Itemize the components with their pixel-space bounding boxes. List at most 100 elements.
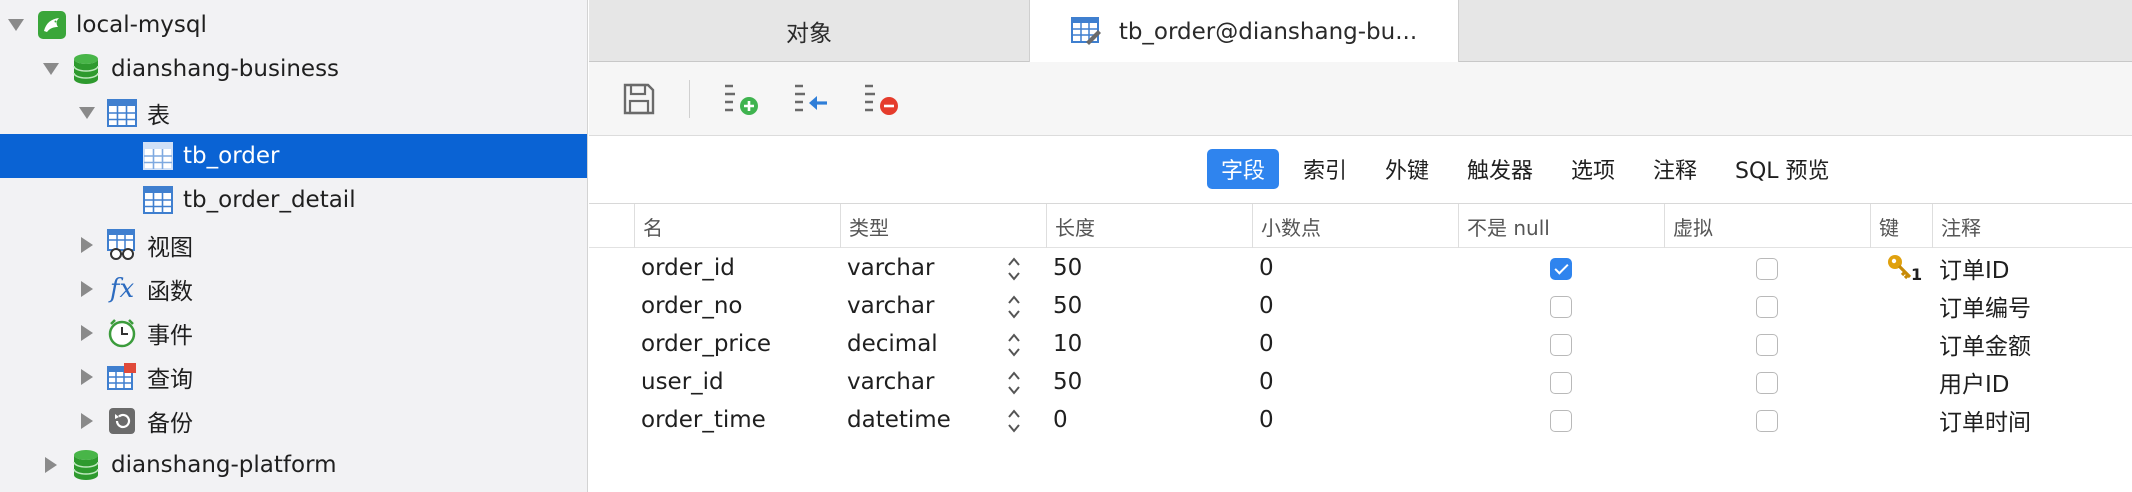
not-null-checkbox[interactable] [1550, 258, 1572, 280]
table-icon [142, 184, 174, 216]
tree-item-events[interactable]: 事件 [0, 311, 587, 355]
segment-triggers[interactable]: 触发器 [1453, 149, 1547, 189]
field-name-cell[interactable]: order_price [641, 325, 771, 363]
connection-label: local-mysql [76, 12, 207, 38]
add-field-icon [721, 81, 761, 117]
field-type-cell[interactable]: varchar [847, 287, 934, 325]
column-header-decimals[interactable]: 小数点 [1252, 204, 1458, 248]
segment-indexes[interactable]: 索引 [1289, 149, 1361, 189]
table-row[interactable]: order_id varchar 50 0 1 订单ID [589, 249, 2132, 287]
collapse-triangle-icon[interactable] [76, 278, 98, 300]
query-icon [106, 361, 138, 393]
field-length-cell[interactable]: 50 [1053, 249, 1082, 287]
save-icon [622, 82, 656, 116]
collapse-triangle-icon[interactable] [76, 366, 98, 388]
field-length-cell[interactable]: 10 [1053, 325, 1082, 363]
type-stepper[interactable] [1005, 332, 1023, 358]
field-decimals-cell[interactable]: 0 [1259, 401, 1274, 439]
navigator-sidebar: local-mysql dianshang-business 表 tb_orde… [0, 0, 588, 492]
collapse-triangle-icon[interactable] [76, 322, 98, 344]
database-label: dianshang-business [111, 56, 340, 82]
add-field-button[interactable] [719, 78, 763, 120]
type-stepper[interactable] [1005, 294, 1023, 320]
virtual-checkbox[interactable] [1756, 372, 1778, 394]
expand-triangle-icon[interactable] [40, 58, 62, 80]
field-length-cell[interactable]: 50 [1053, 363, 1082, 401]
grid-header: 名 类型 长度 小数点 不是 null 虚拟 键 注释 [589, 204, 2132, 248]
column-header-length[interactable]: 长度 [1046, 204, 1252, 248]
design-segment-bar: 字段 索引 外键 触发器 选项 注释 SQL 预览 [589, 137, 2132, 203]
insert-field-icon [791, 81, 831, 117]
field-name-cell[interactable]: order_no [641, 287, 742, 325]
table-row[interactable]: order_price decimal 10 0 订单金额 [589, 325, 2132, 363]
segment-fields[interactable]: 字段 [1207, 149, 1280, 189]
segment-comment[interactable]: 注释 [1639, 149, 1711, 189]
field-decimals-cell[interactable]: 0 [1259, 249, 1274, 287]
segment-options[interactable]: 选项 [1557, 149, 1629, 189]
field-decimals-cell[interactable]: 0 [1259, 363, 1274, 401]
field-length-cell[interactable]: 0 [1053, 401, 1068, 439]
virtual-checkbox[interactable] [1756, 258, 1778, 280]
field-comment-cell[interactable]: 用户ID [1939, 363, 2010, 401]
segment-foreign-keys[interactable]: 外键 [1371, 149, 1443, 189]
collapse-triangle-icon[interactable] [76, 410, 98, 432]
table-label: tb_order [183, 143, 280, 169]
type-stepper[interactable] [1005, 408, 1023, 434]
field-type-cell[interactable]: varchar [847, 249, 934, 287]
table-row[interactable]: user_id varchar 50 0 用户ID [589, 363, 2132, 401]
collapse-triangle-icon[interactable] [76, 234, 98, 256]
collapse-triangle-icon[interactable] [40, 454, 62, 476]
field-type-cell[interactable]: decimal [847, 325, 938, 363]
tree-item-functions[interactable]: fx 函数 [0, 267, 587, 311]
tree-item-backups[interactable]: 备份 [0, 399, 587, 443]
field-decimals-cell[interactable]: 0 [1259, 287, 1274, 325]
tree-item-database[interactable]: dianshang-business [0, 47, 587, 91]
field-type-cell[interactable]: datetime [847, 401, 951, 439]
segment-sql-preview[interactable]: SQL 预览 [1721, 149, 1844, 189]
tab-objects[interactable]: 对象 [589, 0, 1029, 62]
not-null-checkbox[interactable] [1550, 334, 1572, 356]
field-name-cell[interactable]: user_id [641, 363, 724, 401]
field-name-cell[interactable]: order_time [641, 401, 766, 439]
column-header-not-null[interactable]: 不是 null [1458, 204, 1664, 248]
type-stepper[interactable] [1005, 256, 1023, 282]
column-header-name[interactable]: 名 [634, 204, 840, 248]
field-comment-cell[interactable]: 订单时间 [1939, 401, 2031, 439]
table-edit-icon [1070, 16, 1103, 47]
field-decimals-cell[interactable]: 0 [1259, 325, 1274, 363]
backup-icon [106, 405, 138, 437]
tree-item-queries[interactable]: 查询 [0, 355, 587, 399]
field-comment-cell[interactable]: 订单ID [1939, 249, 2010, 287]
type-stepper[interactable] [1005, 370, 1023, 396]
virtual-checkbox[interactable] [1756, 410, 1778, 432]
column-header-comment[interactable]: 注释 [1932, 204, 2132, 248]
not-null-checkbox[interactable] [1550, 372, 1572, 394]
field-comment-cell[interactable]: 订单编号 [1939, 287, 2031, 325]
toolbar-separator [689, 80, 690, 118]
virtual-checkbox[interactable] [1756, 334, 1778, 356]
column-header-type[interactable]: 类型 [840, 204, 1046, 248]
not-null-checkbox[interactable] [1550, 410, 1572, 432]
insert-field-button[interactable] [789, 78, 833, 120]
tree-item-table-tb-order[interactable]: tb_order [0, 134, 587, 178]
table-row[interactable]: order_time datetime 0 0 订单时间 [589, 401, 2132, 439]
table-row[interactable]: order_no varchar 50 0 订单编号 [589, 287, 2132, 325]
field-type-cell[interactable]: varchar [847, 363, 934, 401]
expand-triangle-icon[interactable] [5, 14, 27, 36]
field-name-cell[interactable]: order_id [641, 249, 735, 287]
not-null-checkbox[interactable] [1550, 296, 1572, 318]
tree-item-database-platform[interactable]: dianshang-platform [0, 443, 587, 487]
expand-triangle-icon[interactable] [76, 102, 98, 124]
field-comment-cell[interactable]: 订单金额 [1939, 325, 2031, 363]
delete-field-button[interactable] [859, 78, 903, 120]
tree-item-tables[interactable]: 表 [0, 91, 587, 135]
tree-item-connection[interactable]: local-mysql [0, 3, 587, 47]
column-header-key[interactable]: 键 [1870, 204, 1932, 248]
save-button[interactable] [617, 78, 661, 120]
field-length-cell[interactable]: 50 [1053, 287, 1082, 325]
virtual-checkbox[interactable] [1756, 296, 1778, 318]
tree-item-table-tb-order-detail[interactable]: tb_order_detail [0, 178, 587, 222]
column-header-virtual[interactable]: 虚拟 [1664, 204, 1870, 248]
tree-item-views[interactable]: 视图 [0, 223, 587, 267]
tab-table-design[interactable]: tb_order@dianshang-bu... [1029, 0, 1459, 63]
